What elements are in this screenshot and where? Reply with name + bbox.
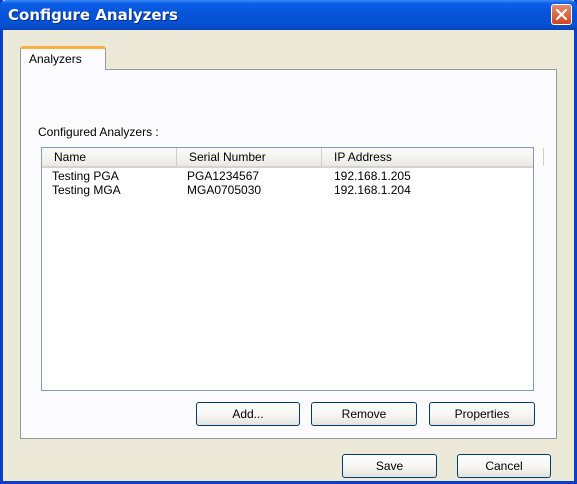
cell-name: Testing PGA (52, 169, 119, 183)
analyzers-list[interactable]: Name Serial Number IP Address Testing PG… (41, 147, 544, 391)
analyzers-tab-panel: Configured Analyzers : Name Serial Numbe… (20, 69, 557, 439)
cancel-button[interactable]: Cancel (457, 454, 551, 478)
configured-analyzers-label: Configured Analyzers : (38, 125, 159, 139)
remove-button[interactable]: Remove (311, 402, 417, 426)
properties-button[interactable]: Properties (429, 402, 535, 426)
add-button[interactable]: Add... (196, 402, 300, 426)
column-header-serial-number[interactable]: Serial Number (177, 148, 322, 166)
cell-serial: PGA1234567 (187, 169, 260, 183)
list-header: Name Serial Number IP Address (42, 148, 544, 168)
dialog-window: Configure Analyzers Analyzers Configured… (0, 0, 577, 484)
window-title: Configure Analyzers (8, 6, 178, 24)
close-icon (556, 9, 567, 20)
close-button[interactable] (551, 4, 572, 25)
cell-ip: 192.168.1.205 (334, 169, 411, 183)
cell-ip: 192.168.1.204 (334, 183, 411, 197)
list-item[interactable]: Testing PGA PGA1234567 192.168.1.205 (42, 169, 533, 184)
title-bar[interactable]: Configure Analyzers (0, 0, 577, 30)
cell-name: Testing MGA (52, 183, 121, 197)
column-header-ip-address[interactable]: IP Address (322, 148, 544, 166)
tab-analyzers[interactable]: Analyzers (20, 46, 106, 70)
list-item[interactable]: Testing MGA MGA0705030 192.168.1.204 (42, 183, 533, 198)
cell-serial: MGA0705030 (187, 183, 262, 197)
column-header-name[interactable]: Name (42, 148, 177, 166)
save-button[interactable]: Save (342, 454, 437, 478)
